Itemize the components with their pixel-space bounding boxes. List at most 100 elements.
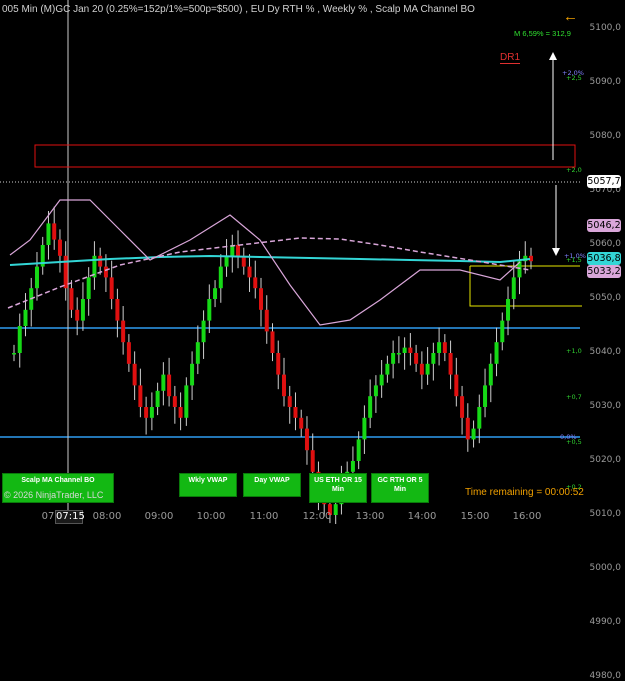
scalp-ma-channel-label: Scalp MA Channel BO: [21, 477, 95, 484]
wkly-vwap-label: Wkly VWAP: [188, 477, 228, 484]
candle-body: [253, 277, 258, 289]
candle-body: [299, 417, 304, 429]
time-remaining: Time remaining = 00:00:52: [465, 487, 584, 498]
candle-body: [385, 363, 390, 375]
candle-body: [75, 309, 80, 321]
candle-body: [293, 407, 298, 418]
crosshair-time-label: 07:15: [55, 510, 85, 524]
candle-body: [391, 353, 396, 364]
candle-body: [402, 347, 407, 353]
time-tick: 08:00: [92, 511, 122, 522]
price-tick: 5010,0: [589, 509, 622, 519]
channel-label: +1,0: [566, 347, 582, 355]
candle-body: [80, 299, 85, 321]
magenta-ma-line: [9, 199, 521, 326]
magenta-dashed-ma: [7, 237, 531, 309]
time-tick: 12:00: [302, 511, 332, 522]
or-box: [469, 266, 582, 307]
price-chart[interactable]: [0, 0, 625, 524]
candle-body: [460, 396, 465, 418]
candle-body: [379, 374, 384, 386]
candle-body: [350, 461, 355, 472]
candle-body: [304, 428, 309, 451]
candle-body: [362, 417, 367, 440]
time-tick: 07: [41, 511, 55, 522]
cyan-ma-line: [9, 254, 531, 266]
candle-body: [213, 288, 218, 299]
candle-body: [52, 223, 57, 240]
candle-body: [17, 326, 22, 353]
candle-body: [414, 353, 419, 364]
channel-label: +2,0%: [562, 69, 584, 77]
candle-body: [247, 266, 252, 278]
time-tick: 13:00: [355, 511, 385, 522]
price-badge: 5033,2: [587, 265, 621, 278]
candle-body: [224, 255, 229, 267]
time-tick: 15:00: [460, 511, 490, 522]
dr1-label: DR1: [500, 52, 521, 64]
candle-body: [121, 320, 126, 343]
price-tick: 5000,0: [589, 563, 622, 573]
candle-body: [373, 385, 378, 397]
wkly-vwap-button[interactable]: Wkly VWAP: [179, 473, 237, 497]
day-vwap-button[interactable]: Day VWAP: [243, 473, 301, 497]
candle-body: [126, 342, 131, 364]
candle-body: [115, 299, 120, 321]
candle-body: [356, 439, 361, 461]
candle-body: [236, 245, 241, 256]
candle-body: [69, 288, 74, 310]
candle-body: [431, 353, 436, 364]
time-tick: 11:00: [249, 511, 279, 522]
price-tick: 5040,0: [589, 347, 622, 357]
price-tick: 5020,0: [589, 455, 622, 465]
arrow-down-head: [552, 248, 560, 256]
price-badge: 5057,7: [587, 175, 621, 188]
candle-body: [281, 374, 286, 397]
candle-body: [500, 320, 505, 343]
candle-body: [184, 385, 189, 418]
candle-body: [259, 288, 264, 310]
candle-body: [178, 407, 183, 418]
time-tick: 14:00: [407, 511, 437, 522]
gc-rth-or-button[interactable]: GC RTH OR 5 Min: [371, 473, 429, 503]
candle-body: [98, 255, 103, 267]
candle-body: [419, 363, 424, 375]
candle-body: [270, 331, 275, 353]
candle-body: [138, 385, 143, 407]
candle-body: [310, 450, 315, 472]
candle-body: [190, 363, 195, 386]
channel-label: +0,7: [566, 393, 582, 401]
candle-body: [149, 407, 154, 418]
price-tick: 4990,0: [589, 617, 622, 627]
candle-body: [506, 299, 511, 321]
us-eth-or-label: US ETH OR 15 Min: [314, 477, 362, 493]
time-tick: 09:00: [144, 511, 174, 522]
gc-rth-or-label: GC RTH OR 5 Min: [377, 477, 423, 493]
candle-body: [465, 417, 470, 440]
candle-body: [144, 407, 149, 418]
candle-body: [448, 353, 453, 375]
candle-body: [132, 363, 137, 386]
candle-body: [86, 277, 91, 299]
price-tick: 5030,0: [589, 401, 622, 411]
candle-body: [368, 396, 373, 418]
candle-body: [195, 342, 200, 364]
candle-body: [437, 342, 442, 353]
price-tick: 5080,0: [589, 131, 622, 141]
price-badge: 5036,8: [587, 252, 621, 265]
channel-label: +2,0: [566, 166, 582, 174]
candle-body: [471, 428, 476, 440]
candle-body: [201, 320, 206, 343]
us-eth-or-button[interactable]: US ETH OR 15 Min: [309, 473, 367, 503]
price-badge: 5046,2: [587, 219, 621, 232]
candle-body: [155, 390, 160, 407]
arrow-up-head: [549, 52, 557, 60]
candle-body: [408, 347, 413, 353]
candle-body: [477, 407, 482, 429]
time-tick: 16:00: [512, 511, 542, 522]
candle-body: [57, 239, 62, 256]
resistance-box: [34, 144, 576, 168]
candle-body: [172, 396, 177, 407]
candle-body: [264, 309, 269, 332]
channel-label: +0,5: [566, 438, 582, 446]
